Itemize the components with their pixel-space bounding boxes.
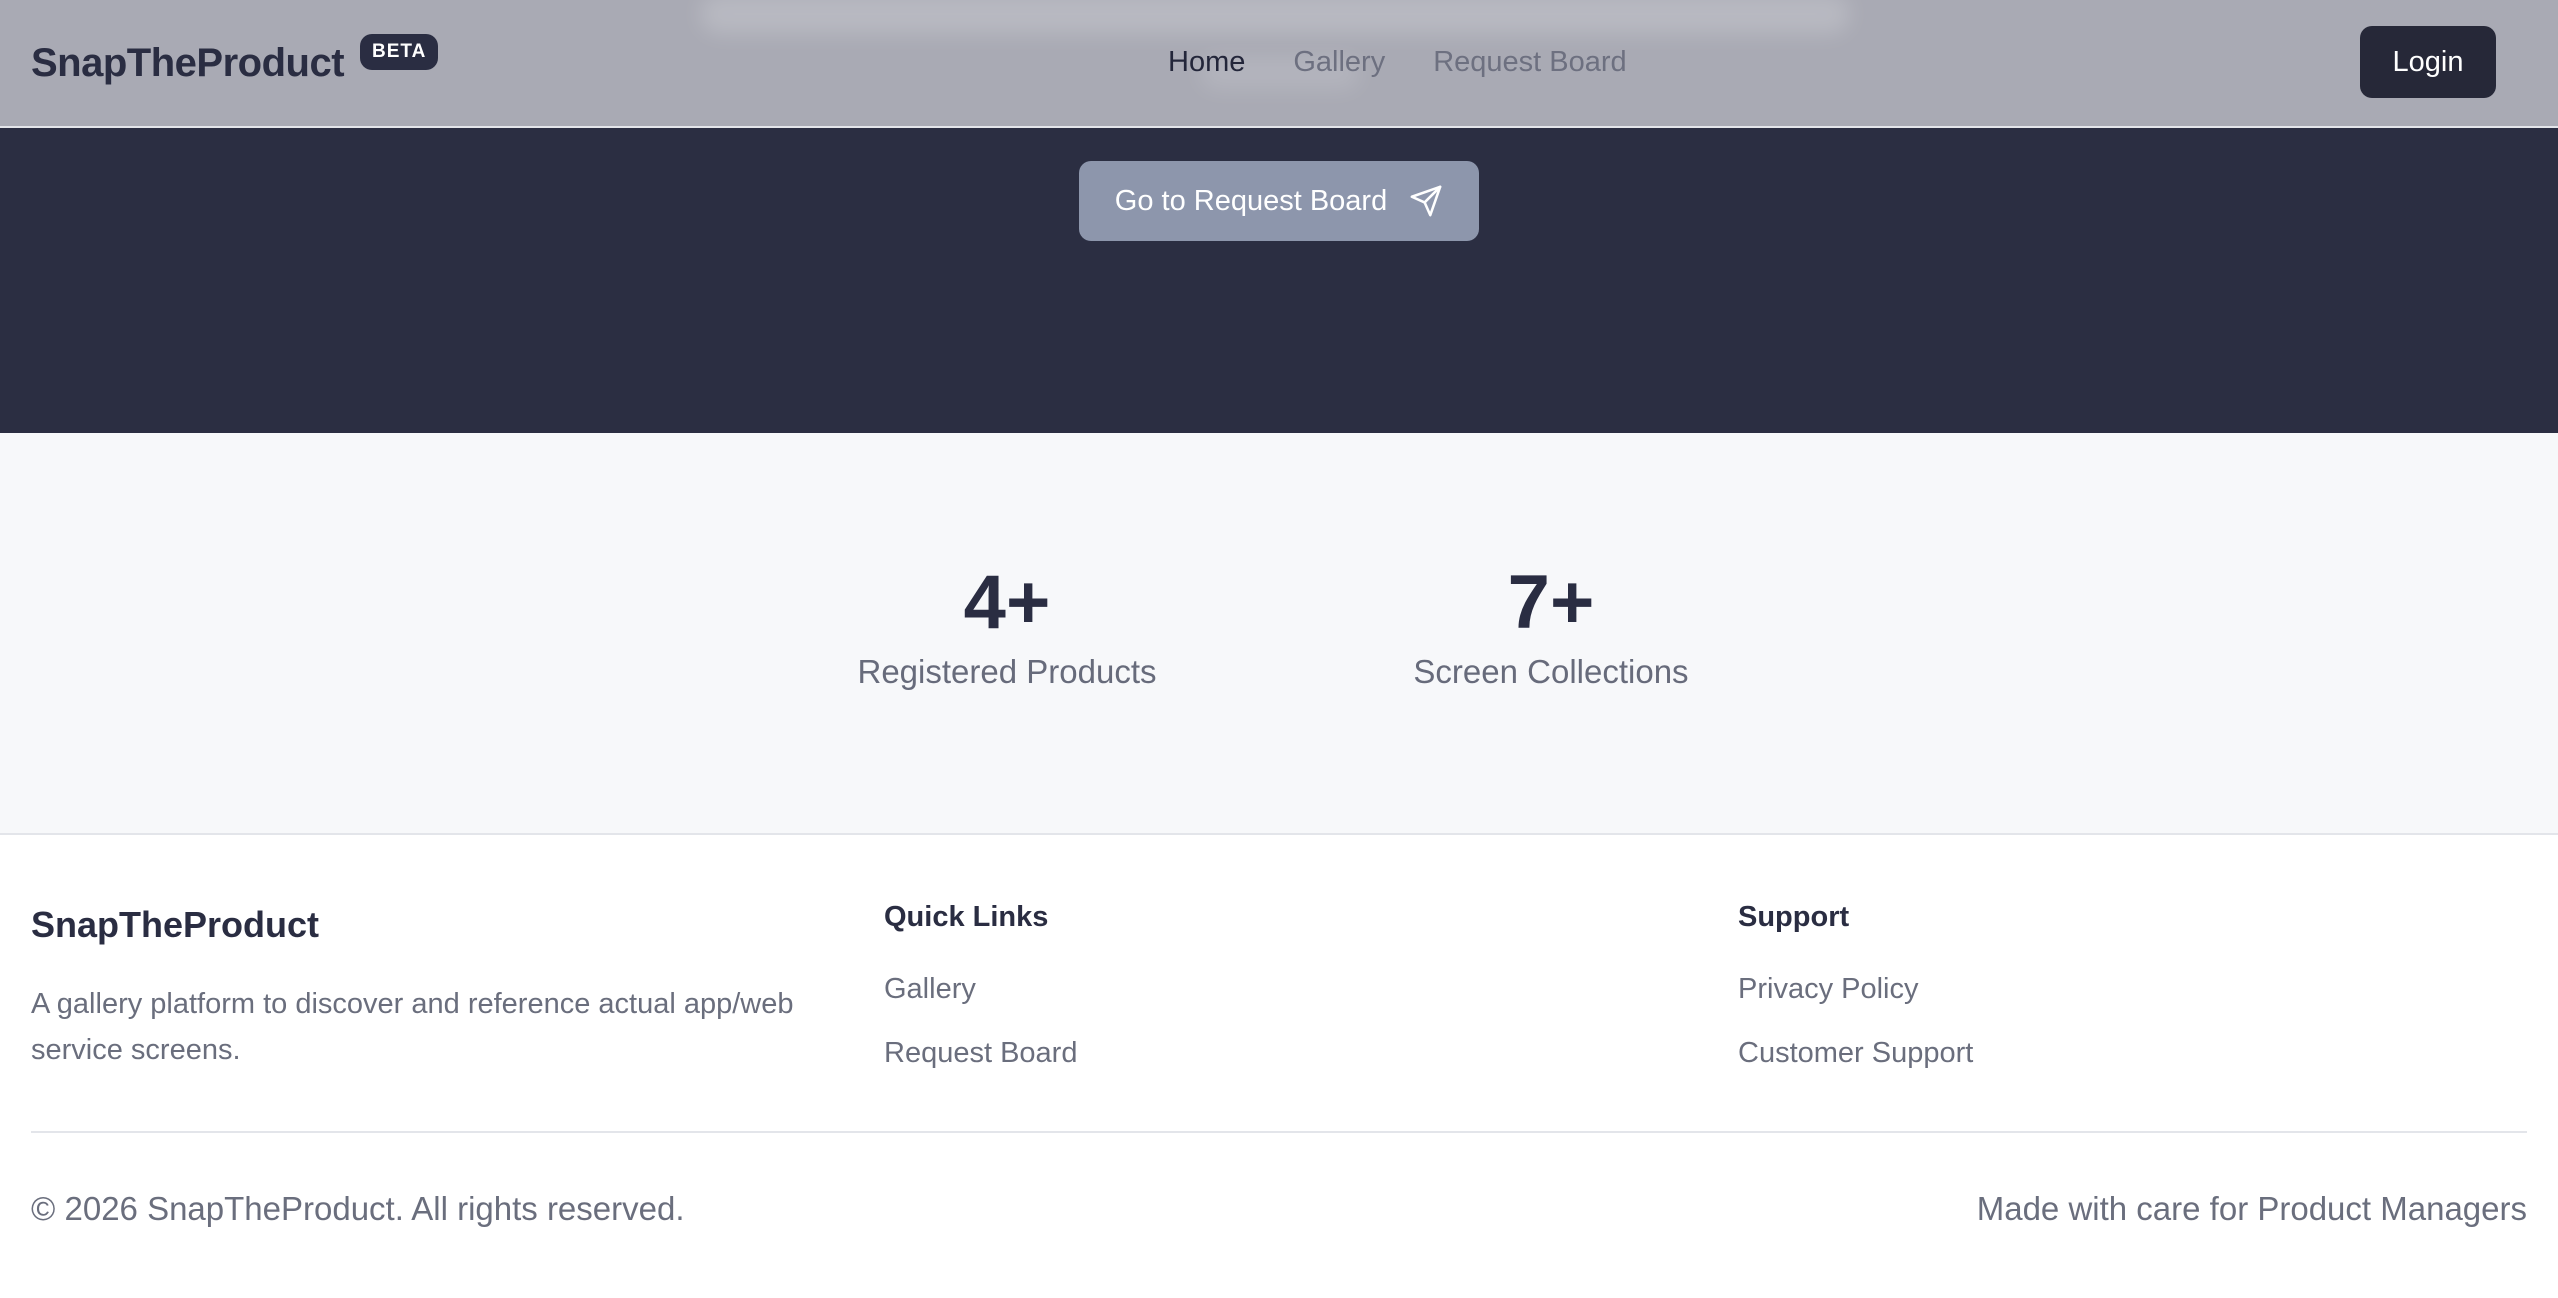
footer-link-privacy-policy[interactable]: Privacy Policy [1738,971,2338,1007]
page: SnapTheProduct BETA Home Gallery Request… [0,0,2558,1298]
stat-value: 4+ [963,560,1051,645]
login-button[interactable]: Login [2360,26,2496,98]
footer-link-customer-support[interactable]: Customer Support [1738,1035,2338,1071]
footer-brand: SnapTheProduct [31,904,320,945]
go-to-request-board-button[interactable]: Go to Request Board [1079,161,1479,241]
footer-link-request-board[interactable]: Request Board [884,1035,1484,1071]
stat-label: Screen Collections [1413,653,1689,690]
footer-brand-column: SnapTheProduct A gallery platform to dis… [31,899,831,1073]
quick-links-heading: Quick Links [884,901,1049,933]
nav-home-link[interactable]: Home [1168,42,1245,82]
go-to-request-board-label: Go to Request Board [1114,184,1388,217]
footer: SnapTheProduct A gallery platform to dis… [0,835,2558,1298]
stat-label: Registered Products [857,653,1157,690]
support-heading: Support [1738,901,1850,933]
support-links-list: Privacy Policy Customer Support [1738,971,2338,1071]
blurred-background-text [700,0,1850,34]
footer-support-column: Support Privacy Policy Customer Support [1738,899,2338,1099]
hero-section: Go to Request Board [0,126,2558,433]
copyright-text: © 2026 SnapTheProduct. All rights reserv… [31,1190,685,1227]
top-navigation-bar: SnapTheProduct BETA Home Gallery Request… [0,0,2558,128]
stats-section: 4+ Registered Products 7+ Screen Collect… [0,433,2558,835]
footer-divider [31,1131,2527,1133]
stat-screen-collections: 7+ Screen Collections [1351,558,1751,694]
send-icon [1409,184,1443,218]
footer-tagline: Made with care for Product Managers [1976,1190,2527,1227]
beta-badge: BETA [360,34,439,70]
nav-request-board-link[interactable]: Request Board [1433,42,1626,82]
nav-gallery-link[interactable]: Gallery [1293,42,1385,82]
quick-links-list: Gallery Request Board [884,971,1484,1071]
brand-logo-text[interactable]: SnapTheProduct [31,38,345,88]
footer-quick-links-column: Quick Links Gallery Request Board [884,899,1484,1099]
stat-registered-products: 4+ Registered Products [807,558,1207,694]
stat-value: 7+ [1507,560,1595,645]
footer-link-gallery[interactable]: Gallery [884,971,1484,1007]
footer-description: A gallery platform to discover and refer… [31,988,794,1066]
brand[interactable]: SnapTheProduct BETA [31,34,439,88]
main-nav: Home Gallery Request Board [1168,42,1627,82]
